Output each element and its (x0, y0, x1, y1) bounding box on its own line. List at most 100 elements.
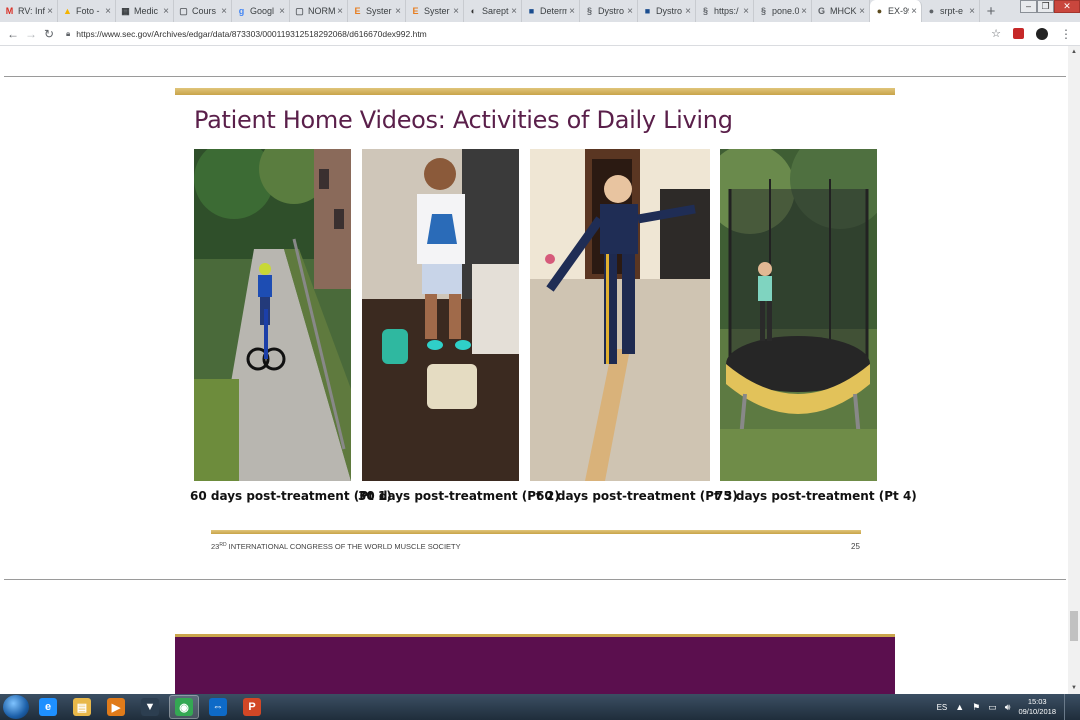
photo-caption-1: 60 days post-treatment (Pt 1) (190, 489, 392, 503)
tab-close-icon[interactable]: × (627, 6, 633, 17)
tray-expand-icon[interactable]: ▲ (955, 702, 964, 712)
tab-close-icon[interactable]: × (47, 6, 53, 17)
clock-date: 09/10/2018 (1018, 707, 1056, 716)
next-slide-preview (175, 634, 895, 694)
tab-close-icon[interactable]: × (279, 6, 285, 17)
photo-caption-4: 75 days post-treatment (Pt 4) (715, 489, 917, 503)
browser-tab[interactable]: ▢ Cours × (174, 0, 232, 22)
clock-time: 15:03 (1027, 697, 1047, 706)
taskbar-app-button[interactable]: P (237, 695, 267, 719)
slide-title: Patient Home Videos: Activities of Daily… (194, 106, 733, 134)
browser-tab[interactable]: ● EX-99.× (870, 0, 922, 22)
tab-title: NORM (308, 6, 336, 16)
show-desktop-button[interactable] (1064, 694, 1074, 720)
patient-photo-4 (720, 149, 877, 481)
reload-icon[interactable]: ↻ (40, 27, 58, 41)
browser-tab[interactable]: ▦ Medic × (116, 0, 174, 22)
page-divider (4, 579, 1066, 580)
menu-icon[interactable]: ⋮ (1060, 28, 1072, 40)
browser-tab[interactable]: ▲ Foto - × (58, 0, 116, 22)
slide-footer-bar (211, 530, 861, 534)
globe-icon: ● (928, 5, 935, 16)
link-icon: § (760, 5, 766, 16)
taskbar-app-button[interactable]: ▶ (101, 695, 131, 719)
link-icon: § (586, 5, 592, 16)
page-scrollbar[interactable]: ▲ ▼ (1068, 46, 1080, 694)
tab-title: Syster (424, 6, 450, 16)
tab-close-icon[interactable]: × (685, 6, 691, 17)
taskbar-app-button[interactable]: e (33, 695, 63, 719)
slide-footer-text: 23RD INTERNATIONAL CONGRESS OF THE WORLD… (211, 542, 461, 551)
patient-photo-3 (530, 149, 710, 481)
profile-avatar[interactable] (1036, 27, 1048, 40)
tab-close-icon[interactable]: × (859, 6, 865, 17)
tab-close-icon[interactable]: × (569, 6, 575, 17)
clock[interactable]: 15:03 09/10/2018 (1018, 697, 1056, 717)
page-divider (4, 76, 1066, 77)
tab-close-icon[interactable]: × (911, 6, 917, 17)
tab-close-icon[interactable]: × (395, 6, 401, 17)
tab-close-icon[interactable]: × (743, 6, 749, 17)
volume-icon[interactable]: 🔊︎ (1005, 702, 1011, 713)
forward-icon[interactable]: → (22, 27, 40, 41)
scroll-thumb[interactable] (1070, 611, 1078, 641)
sec-icon: ● (876, 5, 883, 16)
tab-close-icon[interactable]: × (105, 6, 111, 17)
start-button[interactable] (3, 695, 29, 719)
browser-tab[interactable]: ◐ Sarept × (464, 0, 522, 22)
lock-icon: 🔒︎ (66, 28, 71, 38)
tab-close-icon[interactable]: × (337, 6, 343, 17)
window-controls: – ❐ ✕ (1020, 0, 1080, 13)
browser-tab[interactable]: ▢ NORM × (290, 0, 348, 22)
action-center-flag-icon[interactable]: ⚑ (972, 702, 980, 713)
tab-close-icon[interactable]: × (801, 6, 807, 17)
tab-close-icon[interactable]: × (221, 6, 227, 17)
bmj-icon: ■ (644, 5, 651, 16)
powerpoint-icon: P (243, 698, 261, 716)
browser-tab[interactable]: ● srpt-e × (922, 0, 980, 22)
browser-tab[interactable]: § Dystro × (580, 0, 638, 22)
browser-tab[interactable]: g Googl × (232, 0, 290, 22)
tab-title: https:/ (714, 6, 739, 16)
browser-tab[interactable]: ■ Determ × (522, 0, 580, 22)
new-tab-button[interactable]: + (980, 0, 1002, 22)
tab-title: Sarept (482, 6, 509, 16)
sarepta-icon: ◐ (470, 5, 477, 16)
slide-header-bar (175, 88, 895, 95)
taskbar-app-button[interactable]: ▤ (67, 695, 97, 719)
scroll-up-arrow-icon[interactable]: ▲ (1068, 46, 1080, 58)
taskbar-app-button[interactable]: ⇔ (203, 695, 233, 719)
taskbar-app-button[interactable]: ◉ (169, 695, 199, 719)
tab-close-icon[interactable]: × (163, 6, 169, 17)
tab-close-icon[interactable]: × (511, 6, 517, 17)
address-bar[interactable]: 🔒︎ https://www.sec.gov/Archives/edgar/da… (58, 24, 991, 44)
media-player-icon: ▶ (107, 698, 125, 716)
maximize-button[interactable]: ❐ (1037, 0, 1054, 13)
google-docs-icon: g (238, 5, 245, 16)
teamviewer-icon: ⇔ (209, 698, 227, 716)
scroll-down-arrow-icon[interactable]: ▼ (1068, 682, 1080, 694)
back-icon[interactable]: ← (4, 27, 22, 41)
browser-tab[interactable]: M RV: Inf × (0, 0, 58, 22)
elsevier-icon: E (354, 5, 361, 16)
minimize-button[interactable]: – (1020, 0, 1037, 13)
extension-icon[interactable] (1013, 28, 1024, 39)
tab-close-icon[interactable]: × (453, 6, 459, 17)
network-icon[interactable]: ▭ (988, 702, 997, 713)
windows-taskbar: e ▤ ▶ ▼ ◉ ⇔ P (0, 694, 1080, 720)
patient-photo-2 (362, 149, 519, 481)
document-icon: ▢ (179, 5, 188, 16)
taskbar-app-button[interactable]: ▼ (135, 695, 165, 719)
tab-close-icon[interactable]: × (969, 6, 975, 17)
language-indicator[interactable]: ES (937, 703, 948, 712)
browser-tab[interactable]: § pone.0 × (754, 0, 812, 22)
system-tray: ES ▲ ⚑ ▭ 🔊︎ 15:03 09/10/2018 (937, 694, 1080, 720)
browser-tab[interactable]: E Syster × (406, 0, 464, 22)
browser-tab[interactable]: § https:/ × (696, 0, 754, 22)
close-window-button[interactable]: ✕ (1054, 0, 1080, 13)
browser-tab[interactable]: E Syster × (348, 0, 406, 22)
browser-tab[interactable]: G MHCK × (812, 0, 870, 22)
browser-tab[interactable]: ■ Dystro × (638, 0, 696, 22)
drive-icon: ▲ (63, 5, 72, 16)
bookmark-star-icon[interactable]: ☆ (991, 27, 1001, 40)
